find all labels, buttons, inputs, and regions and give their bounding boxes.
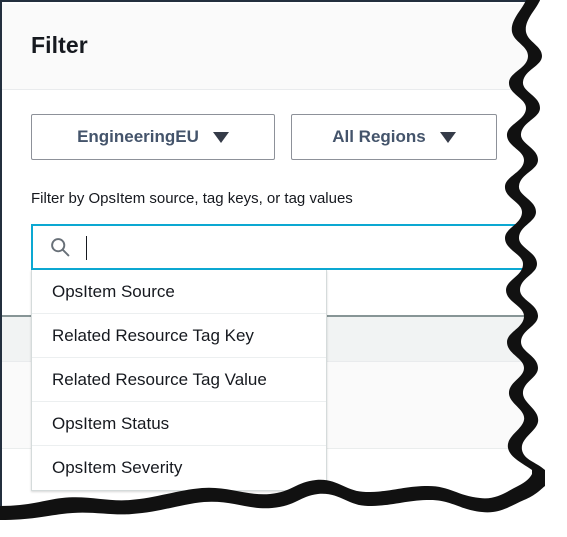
dropdown-option-opsitem-source[interactable]: OpsItem Source — [32, 270, 326, 314]
autocomplete-dropdown: OpsItem Source Related Resource Tag Key … — [31, 270, 327, 491]
dropdown-option-opsitem-severity[interactable]: OpsItem Severity — [32, 446, 326, 490]
dropdown-option-opsitem-status[interactable]: OpsItem Status — [32, 402, 326, 446]
chevron-down-icon — [439, 131, 456, 143]
filter-panel: Filter EngineeringEU All Regions Filter … — [0, 0, 567, 537]
account-filter-button[interactable]: EngineeringEU — [31, 114, 275, 160]
region-filter-button[interactable]: All Regions — [291, 114, 497, 160]
account-filter-label: EngineeringEU — [77, 127, 199, 146]
page-title: Filter — [31, 32, 88, 58]
chevron-down-icon — [212, 131, 229, 143]
region-filter-label: All Regions — [332, 127, 426, 146]
dropdown-option-related-resource-tag-key[interactable]: Related Resource Tag Key — [32, 314, 326, 358]
search-icon — [50, 237, 70, 257]
search-input[interactable] — [31, 224, 551, 270]
panel-header: Filter — [2, 4, 567, 90]
text-cursor — [86, 236, 87, 260]
screenshot-stage: Filter EngineeringEU All Regions Filter … — [0, 0, 567, 537]
search-field-label: Filter by OpsItem source, tag keys, or t… — [31, 190, 353, 207]
dropdown-option-related-resource-tag-value[interactable]: Related Resource Tag Value — [32, 358, 326, 402]
